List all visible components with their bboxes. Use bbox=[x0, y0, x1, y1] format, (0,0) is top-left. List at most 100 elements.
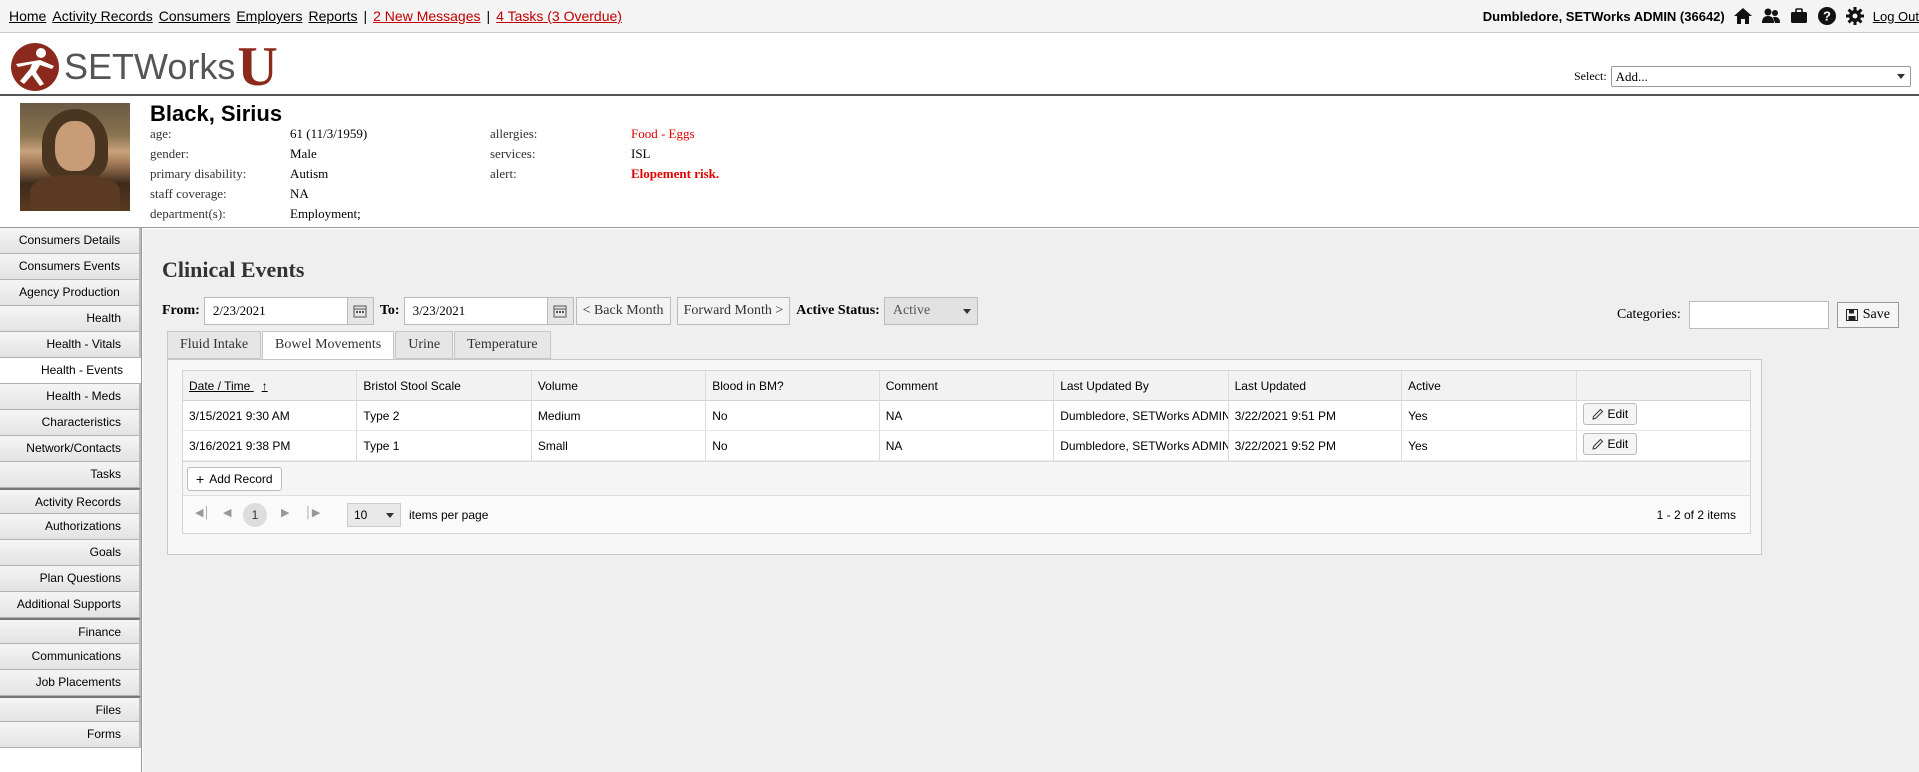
nav-reports-link[interactable]: Reports bbox=[308, 8, 357, 24]
tab-urine[interactable]: Urine bbox=[395, 331, 454, 359]
categories-input[interactable] bbox=[1688, 301, 1829, 329]
plus-icon: + bbox=[196, 471, 205, 487]
column-header-last-updated[interactable]: Last Updated bbox=[1228, 371, 1403, 401]
column-header-comment[interactable]: Comment bbox=[879, 371, 1055, 401]
setworks-logo[interactable]: SETWorks U bbox=[10, 36, 278, 98]
active-status-label: Active Status: bbox=[796, 303, 880, 318]
add-select[interactable]: Add... bbox=[1610, 66, 1911, 87]
edit-button[interactable]: Edit bbox=[1582, 433, 1638, 455]
nav-consumers-link[interactable]: Consumers bbox=[159, 8, 231, 24]
edit-button[interactable]: Edit bbox=[1582, 403, 1638, 425]
coverage-value: NA bbox=[290, 186, 309, 201]
tab-temperature[interactable]: Temperature bbox=[454, 331, 551, 359]
chevron-down-icon bbox=[962, 309, 971, 314]
cell-comment: NA bbox=[879, 431, 1055, 461]
column-header-volume[interactable]: Volume bbox=[531, 371, 707, 401]
main-content: Clinical Events From: 2/23/2021 To: 3/23… bbox=[143, 229, 1919, 772]
sidebar-item-health-events[interactable]: Health - Events bbox=[0, 358, 141, 384]
first-page-icon[interactable]: ◀│ bbox=[195, 506, 210, 519]
cell-comment: NA bbox=[879, 401, 1055, 431]
nav-home-link[interactable]: Home bbox=[9, 8, 46, 24]
logo-row: SETWorks U Select: Add... bbox=[0, 34, 1919, 96]
sidebar-item-files[interactable]: Files bbox=[0, 696, 141, 722]
sidebar-item-goals[interactable]: Goals bbox=[0, 540, 141, 566]
services-label: services: bbox=[490, 146, 536, 161]
alert-label: alert: bbox=[490, 166, 517, 181]
logo-letter: U bbox=[237, 36, 278, 98]
sidebar-item-consumers-details[interactable]: Consumers Details bbox=[0, 228, 141, 254]
help-icon[interactable]: ? bbox=[1817, 6, 1837, 26]
tab-fluid-intake[interactable]: Fluid Intake bbox=[167, 331, 262, 359]
sidebar-item-communications[interactable]: Communications bbox=[0, 644, 141, 670]
sidebar-item-additional-supports[interactable]: Additional Supports bbox=[0, 592, 141, 618]
top-nav: Home Activity Records Consumers Employer… bbox=[9, 8, 628, 24]
users-icon[interactable] bbox=[1761, 6, 1781, 26]
user-name: Dumbledore, SETWorks ADMIN (36642) bbox=[1482, 8, 1725, 24]
home-icon[interactable] bbox=[1733, 6, 1753, 26]
messages-link[interactable]: 2 New Messages bbox=[373, 8, 480, 24]
add-record-button[interactable]: + Add Record bbox=[187, 467, 282, 491]
categories-bar: Categories: Save bbox=[1617, 301, 1899, 329]
sidebar-item-plan-questions[interactable]: Plan Questions bbox=[0, 566, 141, 592]
save-button[interactable]: Save bbox=[1836, 302, 1899, 328]
sidebar-item-consumers-events[interactable]: Consumers Events bbox=[0, 254, 141, 280]
sidebar-item-tasks[interactable]: Tasks bbox=[0, 462, 141, 488]
cell-active: Yes bbox=[1402, 431, 1577, 461]
cell-active: Yes bbox=[1402, 401, 1577, 431]
sidebar-item-job-placements[interactable]: Job Placements bbox=[0, 670, 141, 696]
last-page-icon[interactable]: │▶ bbox=[305, 506, 320, 519]
calendar-icon[interactable] bbox=[546, 298, 573, 324]
calendar-icon[interactable] bbox=[346, 298, 373, 324]
grid-header-row: Date / Time ↑ Bristol Stool Scale Volume… bbox=[183, 371, 1750, 401]
save-label: Save bbox=[1862, 307, 1890, 322]
column-header-date-time[interactable]: Date / Time ↑ bbox=[183, 371, 358, 401]
chevron-down-icon bbox=[1896, 74, 1905, 79]
cell-last-updated: 3/22/2021 9:52 PM bbox=[1228, 431, 1403, 461]
table-row[interactable]: 3/15/2021 9:30 AM Type 2 Medium No NA Du… bbox=[183, 401, 1750, 431]
items-per-page-label: items per page bbox=[409, 508, 489, 522]
nav-employers-link[interactable]: Employers bbox=[236, 8, 302, 24]
column-header-last-updated-by[interactable]: Last Updated By bbox=[1054, 371, 1229, 401]
logout-link[interactable]: Log Out bbox=[1873, 9, 1919, 24]
sidebar-item-finance[interactable]: Finance bbox=[0, 618, 141, 644]
from-date-field[interactable]: 2/23/2021 bbox=[203, 297, 374, 325]
to-date-field[interactable]: 3/23/2021 bbox=[403, 297, 574, 325]
column-header-blood-in-bm[interactable]: Blood in BM? bbox=[706, 371, 880, 401]
sidebar-item-characteristics[interactable]: Characteristics bbox=[0, 410, 141, 436]
current-page[interactable]: 1 bbox=[243, 503, 267, 527]
sidebar-item-forms[interactable]: Forms bbox=[0, 722, 141, 748]
user-box: Dumbledore, SETWorks ADMIN (36642) ? Log… bbox=[1483, 6, 1919, 26]
cell-last-updated: 3/22/2021 9:51 PM bbox=[1228, 401, 1403, 431]
sidebar-item-health-meds[interactable]: Health - Meds bbox=[0, 384, 141, 410]
gear-icon[interactable] bbox=[1845, 6, 1865, 26]
back-month-button[interactable]: < Back Month bbox=[575, 297, 671, 325]
services-value: ISL bbox=[631, 146, 651, 161]
cell-volume: Medium bbox=[531, 401, 707, 431]
consumer-name: Black, Sirius bbox=[150, 101, 283, 126]
sidebar-item-authorizations[interactable]: Authorizations bbox=[0, 514, 141, 540]
sidebar-item-network-contacts[interactable]: Network/Contacts bbox=[0, 436, 141, 462]
disability-label: primary disability: bbox=[150, 166, 247, 181]
next-page-icon[interactable]: ▶ bbox=[281, 506, 289, 519]
sidebar-item-agency-production[interactable]: Agency Production bbox=[0, 280, 141, 306]
sidebar-item-health-vitals[interactable]: Health - Vitals bbox=[0, 332, 141, 358]
tab-bowel-movements[interactable]: Bowel Movements bbox=[262, 331, 395, 359]
pencil-icon bbox=[1591, 438, 1603, 450]
forward-month-button[interactable]: Forward Month > bbox=[676, 297, 791, 325]
svg-text:?: ? bbox=[1823, 9, 1831, 24]
department-label: department(s): bbox=[150, 206, 226, 221]
event-tabs: Fluid Intake Bowel Movements Urine Tempe… bbox=[167, 331, 552, 359]
tasks-link[interactable]: 4 Tasks (3 Overdue) bbox=[496, 8, 622, 24]
column-header-active[interactable]: Active bbox=[1402, 371, 1577, 401]
sort-ascending-icon: ↑ bbox=[261, 379, 268, 393]
sidebar-item-health[interactable]: Health bbox=[0, 306, 141, 332]
previous-page-icon[interactable]: ◀ bbox=[223, 506, 231, 519]
briefcase-icon[interactable] bbox=[1789, 6, 1809, 26]
logo-figure-icon bbox=[11, 43, 59, 91]
column-header-bristol-stool-scale[interactable]: Bristol Stool Scale bbox=[357, 371, 532, 401]
page-size-select[interactable]: 10 bbox=[347, 503, 401, 527]
sidebar-item-activity-records[interactable]: Activity Records bbox=[0, 488, 141, 514]
active-status-select[interactable]: Active bbox=[883, 297, 978, 325]
nav-activity-records-link[interactable]: Activity Records bbox=[52, 8, 152, 24]
table-row[interactable]: 3/16/2021 9:38 PM Type 1 Small No NA Dum… bbox=[183, 431, 1750, 461]
